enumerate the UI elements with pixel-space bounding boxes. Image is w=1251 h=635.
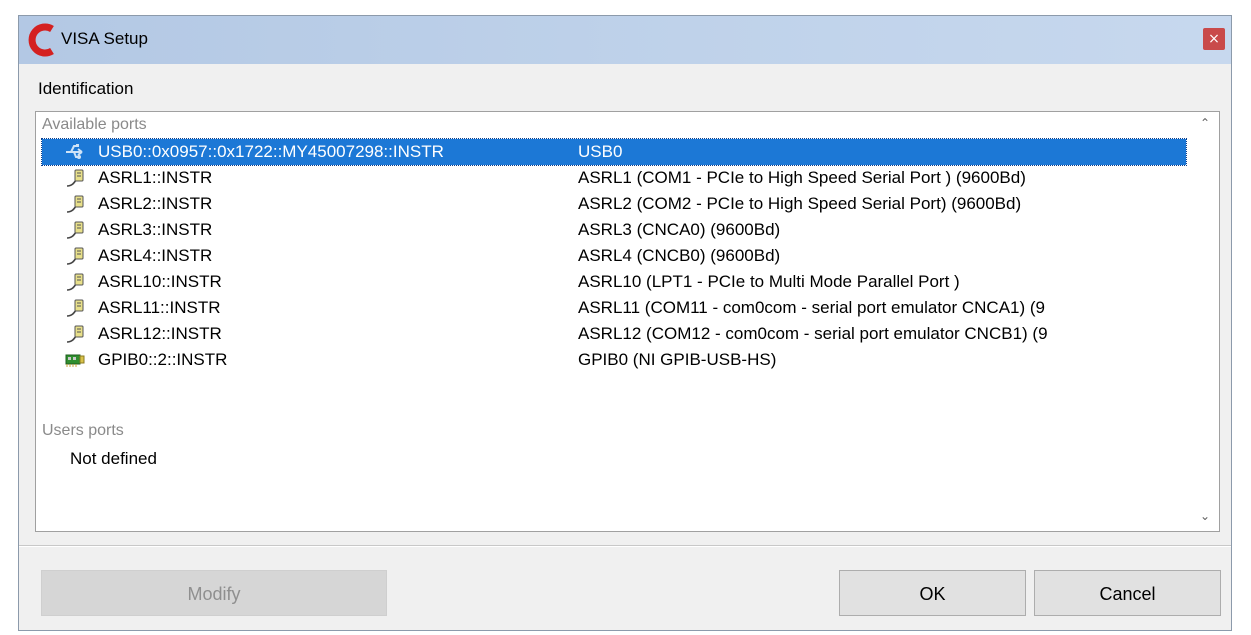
red-c-logo-icon bbox=[28, 23, 54, 57]
port-row-asrl12[interactable]: ASRL12::INSTR ASRL12 (COM12 - com0com - … bbox=[36, 321, 1184, 347]
port-description: GPIB0 (NI GPIB-USB-HS) bbox=[578, 350, 777, 369]
port-name: GPIB0::2::INSTR bbox=[98, 350, 228, 369]
serial-port-icon bbox=[66, 325, 84, 343]
port-name: ASRL1::INSTR bbox=[98, 168, 213, 187]
port-description: ASRL1 (COM1 - PCIe to High Speed Serial … bbox=[578, 168, 1026, 187]
port-row-gpib0[interactable]: GPIB0::2::INSTR GPIB0 (NI GPIB-USB-HS) bbox=[36, 347, 1184, 373]
close-icon: × bbox=[1208, 31, 1220, 47]
scroll-up-button[interactable]: ⌃ bbox=[1197, 116, 1213, 132]
port-row-asrl10[interactable]: ASRL10::INSTR ASRL10 (LPT1 - PCIe to Mul… bbox=[36, 269, 1184, 295]
port-name: ASRL4::INSTR bbox=[98, 246, 213, 265]
port-description: ASRL4 (CNCB0) (9600Bd) bbox=[578, 246, 781, 265]
port-description: ASRL2 (COM2 - PCIe to High Speed Serial … bbox=[578, 194, 1022, 213]
port-name: USB0::0x0957::0x1722::MY45007298::INSTR bbox=[98, 142, 444, 161]
usb-icon bbox=[66, 144, 83, 159]
port-list[interactable]: Available ports USB0::0x0957::0x1722::MY… bbox=[35, 111, 1220, 532]
port-name: ASRL11::INSTR bbox=[98, 298, 221, 317]
port-description: ASRL3 (CNCA0) (9600Bd) bbox=[578, 220, 781, 239]
serial-port-icon bbox=[66, 221, 84, 239]
port-row-asrl2[interactable]: ASRL2::INSTR ASRL2 (COM2 - PCIe to High … bbox=[36, 191, 1184, 217]
footer-divider bbox=[19, 545, 1231, 547]
users-ports-empty-text: Not defined bbox=[70, 449, 157, 468]
close-button[interactable]: × bbox=[1203, 28, 1225, 50]
window-title: VISA Setup bbox=[61, 29, 148, 48]
cancel-button[interactable]: Cancel bbox=[1034, 570, 1221, 616]
serial-port-icon bbox=[66, 169, 84, 187]
serial-port-icon bbox=[66, 299, 84, 317]
port-description: USB0 bbox=[578, 142, 623, 161]
port-row-usb0[interactable]: USB0::0x0957::0x1722::MY45007298::INSTR … bbox=[41, 138, 1187, 166]
serial-port-icon bbox=[66, 195, 84, 213]
gpib-card-icon bbox=[65, 354, 85, 367]
port-name: ASRL10::INSTR bbox=[98, 272, 222, 291]
port-row-asrl1[interactable]: ASRL1::INSTR ASRL1 (COM1 - PCIe to High … bbox=[36, 165, 1184, 191]
users-ports-header: Users ports bbox=[42, 422, 124, 439]
identification-label: Identification bbox=[38, 79, 134, 98]
port-row-asrl3[interactable]: ASRL3::INSTR ASRL3 (CNCA0) (9600Bd) bbox=[36, 217, 1184, 243]
port-name: ASRL3::INSTR bbox=[98, 220, 213, 239]
port-name: ASRL2::INSTR bbox=[98, 194, 213, 213]
port-name: ASRL12::INSTR bbox=[98, 324, 222, 343]
modify-button[interactable]: Modify bbox=[41, 570, 387, 616]
available-ports-header: Available ports bbox=[42, 116, 147, 133]
visa-setup-dialog: VISA Setup × Identification Available po… bbox=[18, 15, 1232, 631]
chevron-down-icon: ⌄ bbox=[1199, 509, 1211, 523]
port-description: ASRL10 (LPT1 - PCIe to Multi Mode Parall… bbox=[578, 272, 960, 291]
port-row-asrl4[interactable]: ASRL4::INSTR ASRL4 (CNCB0) (9600Bd) bbox=[36, 243, 1184, 269]
chevron-up-icon: ⌃ bbox=[1199, 116, 1211, 130]
scroll-down-button[interactable]: ⌄ bbox=[1197, 509, 1213, 525]
port-row-asrl11[interactable]: ASRL11::INSTR ASRL11 (COM11 - com0com - … bbox=[36, 295, 1184, 321]
serial-port-icon bbox=[66, 247, 84, 265]
port-description: ASRL12 (COM12 - com0com - serial port em… bbox=[578, 324, 1048, 343]
serial-port-icon bbox=[66, 273, 84, 291]
ok-button[interactable]: OK bbox=[839, 570, 1026, 616]
title-bar[interactable]: VISA Setup × bbox=[19, 16, 1231, 64]
port-description: ASRL11 (COM11 - com0com - serial port em… bbox=[578, 298, 1046, 317]
